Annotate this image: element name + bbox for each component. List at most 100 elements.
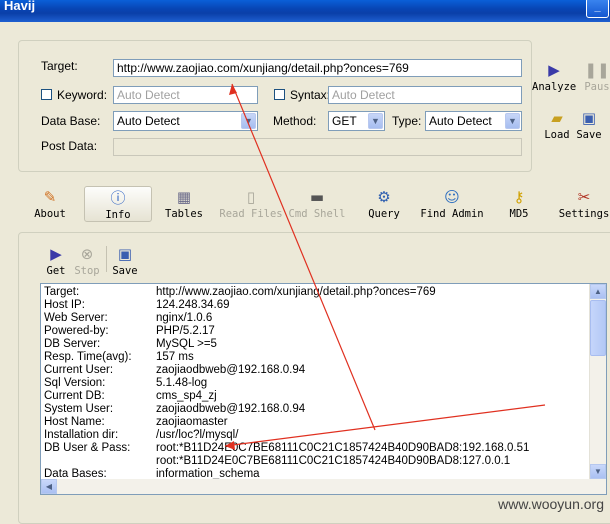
method-label: Method: [273, 114, 317, 128]
method-value: GET [332, 114, 357, 128]
tab-about[interactable]: ✎ About [32, 189, 68, 220]
keyword-input[interactable]: Auto Detect [113, 86, 258, 104]
info-row-value: MySQL >=5 [156, 338, 217, 350]
analyze-label: Analyze [532, 81, 577, 93]
keyword-label: Keyword: [57, 88, 108, 102]
minimize-button[interactable]: _ [586, 0, 609, 18]
get-button[interactable]: ▶ Get [44, 246, 68, 277]
info-row-key: DB Server: [44, 338, 101, 350]
info-row-value: zaojiaomaster [156, 416, 228, 428]
folder-icon: ▰ [551, 109, 563, 127]
info-textbox[interactable]: Target: http://www.zaojiao.com/xunjiang/d… [40, 283, 607, 495]
settings-icon: ✂ [577, 188, 591, 206]
tab-find-admin[interactable]: ☺ Find Admin [418, 189, 486, 220]
info-row-value: nginx/1.0.6 [156, 312, 213, 324]
tab-tables-label: Tables [165, 208, 203, 220]
type-label: Type: [392, 114, 422, 128]
info-row-key: Current User: [44, 364, 114, 376]
admin-icon: ☺ [444, 188, 460, 206]
chevron-down-icon[interactable]: ▼ [505, 113, 520, 129]
info-row-key: Target: [44, 286, 80, 298]
info-row-value: zaojiaodbweb@192.168.0.94 [156, 403, 306, 415]
tab-query[interactable]: ⚙ Query [364, 189, 404, 220]
method-select[interactable]: GET ▼ [328, 111, 385, 131]
info-row-value: http://www.zaojiao.com/xunjiang/detail.p… [156, 286, 436, 298]
info-row-value: PHP/5.2.17 [156, 325, 215, 337]
title-bar: Havij _ [0, 0, 610, 22]
scroll-down-icon[interactable]: ▼ [590, 464, 606, 479]
horizontal-scrollbar[interactable]: ◀ [41, 479, 592, 494]
save-label: Save [576, 129, 602, 141]
info-row-value: root:*B11D24E0C7BE68111C0C21C1857424B40D… [156, 442, 530, 454]
chevron-down-icon[interactable]: ▼ [241, 113, 256, 129]
keyword-checkbox[interactable] [41, 89, 52, 100]
floppy-icon: ▣ [581, 109, 597, 127]
postdata-label: Post Data: [41, 139, 98, 153]
type-select[interactable]: Auto Detect ▼ [425, 111, 522, 131]
key-icon: ⚷ [513, 188, 525, 206]
syntax-checkbox[interactable] [274, 89, 285, 100]
tab-settings[interactable]: ✂ Settings [558, 189, 610, 220]
info-row-key: System User: [44, 403, 114, 415]
feather-icon: ✎ [43, 188, 57, 206]
play-icon: ▶ [50, 245, 62, 263]
info-row-key: Powered-by: [44, 325, 109, 337]
tab-info[interactable]: ⓘ Info [84, 186, 152, 222]
info-row-key: Sql Version: [44, 377, 106, 389]
info-row-value: 5.1.48-log [156, 377, 208, 389]
stop-label: Stop [74, 265, 100, 277]
play-icon: ▶ [548, 61, 560, 79]
scroll-left-icon[interactable]: ◀ [41, 479, 57, 494]
get-label: Get [46, 265, 66, 277]
syntax-input[interactable]: Auto Detect [328, 86, 522, 104]
syntax-label: Syntax: [290, 88, 331, 102]
info-row-value: cms_sp4_zj [156, 390, 217, 402]
tab-settings-label: Settings [558, 208, 610, 220]
load-button[interactable]: ▰ Load [542, 110, 572, 141]
target-label: Target: [41, 59, 78, 73]
info-row-value: root:*B11D24E0C7BE68111C0C21C1857424B40D… [156, 455, 511, 467]
tab-tables[interactable]: ▦ Tables [162, 189, 206, 220]
info-row-value: 124.248.34.69 [156, 299, 230, 311]
tab-md5-label: MD5 [509, 208, 529, 220]
info-icon: ⓘ [110, 189, 126, 207]
floppy-icon: ▣ [117, 245, 133, 263]
tab-query-label: Query [368, 208, 400, 220]
load-label: Load [544, 129, 570, 141]
database-select[interactable]: Auto Detect ▼ [113, 111, 258, 131]
tab-about-label: About [34, 208, 66, 220]
target-input[interactable]: http://www.zaojiao.com/xunjiang/detail.p… [113, 59, 522, 77]
scroll-up-icon[interactable]: ▲ [590, 284, 606, 299]
stop-button[interactable]: ⊗ Stop [72, 246, 102, 277]
database-label: Data Base: [41, 114, 101, 128]
postdata-input[interactable] [113, 138, 522, 156]
toolbar-divider [106, 246, 107, 272]
scroll-thumb[interactable] [590, 300, 606, 356]
table-icon: ▦ [176, 188, 192, 206]
tab-cmd-shell[interactable]: ▬ Cmd Shell [287, 189, 347, 220]
analyze-button[interactable]: ▶ Analyze [532, 62, 576, 93]
vertical-scrollbar[interactable]: ▲ ▼ [589, 284, 606, 494]
info-row-key: Web Server: [44, 312, 108, 324]
window-title: Havij [4, 0, 36, 13]
pause-icon: ❚❚ [584, 61, 610, 79]
info-save-button[interactable]: ▣ Save [110, 246, 140, 277]
watermark: www.wooyun.org [498, 496, 604, 512]
tab-md5[interactable]: ⚷ MD5 [504, 189, 534, 220]
info-row-key: Installation dir: [44, 429, 119, 441]
save-button[interactable]: ▣ Save [574, 110, 604, 141]
info-row-value: 157 ms [156, 351, 194, 363]
info-row-key: Current DB: [44, 390, 105, 402]
chevron-down-icon[interactable]: ▼ [368, 113, 383, 129]
tab-read-files-label: Read Files [219, 208, 283, 220]
info-row-key: DB User & Pass: [44, 442, 131, 454]
tab-cmd-shell-label: Cmd Shell [288, 208, 346, 220]
terminal-icon: ▬ [309, 188, 325, 206]
file-icon: ▯ [246, 188, 256, 206]
type-value: Auto Detect [429, 114, 492, 128]
pause-button[interactable]: ❚❚ Paus [584, 62, 610, 93]
info-row-key: Host IP: [44, 299, 85, 311]
tab-read-files[interactable]: ▯ Read Files [218, 189, 284, 220]
tab-info-label: Info [105, 209, 131, 221]
pause-label: Paus [584, 81, 610, 93]
